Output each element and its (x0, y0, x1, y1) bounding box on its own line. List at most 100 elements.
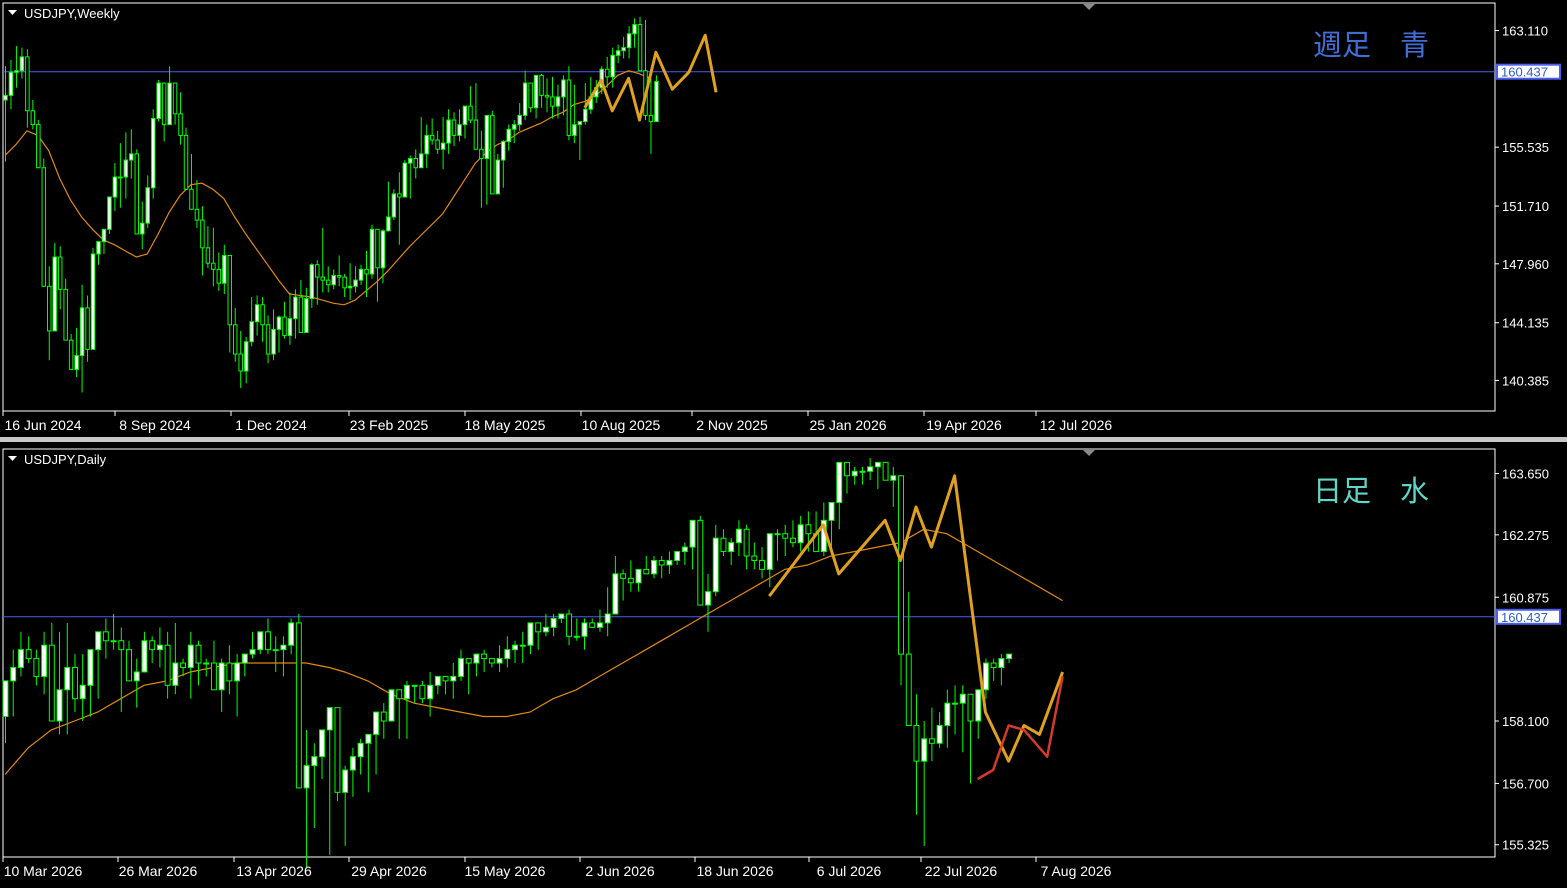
candle-body (118, 640, 125, 651)
candle (539, 73, 544, 108)
candle-body (129, 153, 134, 161)
candle-body (30, 110, 36, 126)
candle-body (349, 756, 356, 771)
candle-body (357, 742, 364, 758)
candle (156, 627, 163, 668)
candle (118, 143, 123, 208)
candle-body (495, 159, 501, 195)
candle-body (189, 188, 194, 210)
candle-body (17, 649, 24, 668)
candle (558, 613, 565, 623)
candle-body (643, 568, 650, 575)
candle (797, 515, 804, 552)
candle-body (990, 662, 997, 668)
candle-body (112, 176, 118, 198)
candle-body (164, 644, 171, 686)
candle (572, 84, 577, 144)
candle-body (325, 279, 331, 286)
candle (126, 640, 132, 682)
candle-body (342, 769, 349, 793)
candle (774, 529, 781, 561)
candle-body (689, 519, 696, 548)
candle-body (123, 159, 129, 178)
candle (512, 640, 518, 664)
candle-body (828, 502, 835, 521)
chart-canvas: USDJPY,Weekly 週足 青 163.110 155.535 151.710 14… (0, 2, 1567, 879)
x-tick-label: 18 May 2025 (465, 417, 546, 433)
candle-body (481, 653, 488, 660)
candle (527, 622, 534, 655)
candle (511, 120, 517, 144)
candle-body (227, 254, 233, 326)
candle (254, 295, 260, 336)
x-tick-label: 29 Apr 2026 (351, 863, 427, 879)
candle-body (309, 264, 315, 300)
candle (347, 263, 353, 301)
candle (353, 266, 358, 293)
candle-body (342, 276, 347, 289)
candle-body (293, 296, 298, 320)
candle (396, 689, 403, 739)
candle-body (519, 644, 526, 647)
candle (287, 292, 293, 345)
x-tick-label: 12 Jul 2026 (1040, 417, 1113, 433)
candle-body (418, 153, 424, 169)
candle (573, 618, 580, 641)
candle-body (260, 304, 265, 326)
candle (334, 707, 341, 802)
candle-body (561, 79, 566, 98)
candle-body (2, 680, 9, 718)
candle (241, 653, 248, 677)
candle-body (527, 622, 534, 646)
candle-body (913, 724, 920, 762)
candle-body (145, 187, 150, 224)
candle (952, 685, 959, 735)
candle (79, 284, 85, 393)
candle (402, 160, 408, 198)
candle-body (364, 268, 369, 275)
candle (674, 551, 681, 565)
candle-body (48, 644, 55, 722)
candle-body (427, 684, 434, 700)
candle-body (369, 228, 375, 275)
annotation-text: 日足 水 (1313, 475, 1429, 508)
candle-body (566, 613, 573, 637)
candle-body (3, 94, 8, 101)
candle (72, 654, 78, 713)
candle (419, 680, 426, 704)
candle (96, 241, 101, 265)
candle-body (859, 470, 866, 473)
candle-body (867, 466, 874, 472)
candle (495, 153, 501, 195)
candle (882, 461, 889, 481)
candle-body (391, 193, 397, 218)
candle (349, 747, 356, 797)
price-tag-label: 160.437 (1501, 65, 1548, 80)
candle (288, 618, 295, 655)
candle-body (210, 662, 217, 691)
candle (14, 46, 19, 88)
candle-body (797, 524, 804, 544)
candle-body (8, 71, 14, 96)
candle-body (533, 74, 539, 109)
candle (632, 18, 637, 48)
candle-body (205, 247, 211, 264)
candle-body (375, 228, 380, 269)
candle-body (161, 82, 167, 126)
candle-body (249, 649, 256, 655)
candle-body (572, 124, 577, 136)
candle-body (805, 524, 812, 535)
candle-body (180, 662, 187, 668)
candle-body (303, 765, 310, 789)
candle (844, 461, 850, 494)
candle-body (95, 631, 102, 651)
candle (320, 227, 326, 293)
x-tick-label: 19 Apr 2026 (926, 417, 1002, 433)
candle-body (102, 631, 109, 642)
candle-body (243, 341, 249, 372)
candle-body (288, 622, 295, 646)
candle-body (501, 141, 506, 161)
candle (373, 711, 380, 775)
candle (129, 129, 134, 179)
candle-body (156, 644, 163, 651)
